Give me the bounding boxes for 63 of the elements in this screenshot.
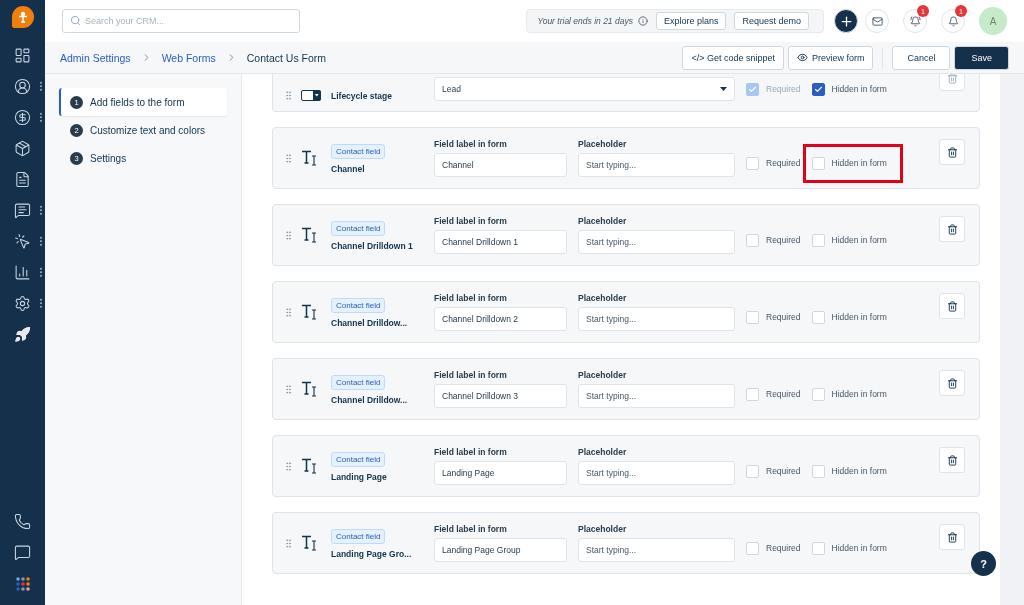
field-name: Landing Page bbox=[331, 472, 388, 482]
label-input[interactable]: Channel Drilldown 3 bbox=[434, 384, 567, 408]
field-heading: Placeholder bbox=[578, 216, 628, 226]
trial-button[interactable]: Request demo bbox=[734, 12, 809, 30]
field-type-tag: Contact field bbox=[331, 452, 386, 467]
checkbox-label: Required bbox=[766, 84, 801, 94]
field-name: Channel Drilldow... bbox=[331, 318, 409, 328]
placeholder-input[interactable]: Start typing... bbox=[578, 230, 735, 254]
field-type-tag: Contact field bbox=[331, 221, 386, 236]
checkbox-label: Required bbox=[766, 312, 801, 322]
select-field[interactable]: Lead bbox=[434, 77, 735, 101]
field-type-tag: Contact field bbox=[331, 529, 386, 544]
field-heading: Placeholder bbox=[578, 139, 628, 149]
code-snippet-button[interactable]: </> Get code snippet bbox=[682, 45, 784, 70]
field-name: Channel Drilldown 1 bbox=[331, 241, 414, 251]
breadcrumb-link[interactable]: Admin Settings bbox=[60, 51, 131, 64]
preview-button[interactable]: Preview form bbox=[787, 45, 874, 70]
field-heading: Placeholder bbox=[578, 293, 628, 303]
label-input[interactable]: Landing Page bbox=[434, 461, 567, 485]
field-name: Channel bbox=[331, 164, 366, 174]
checkbox-label: Hidden in form bbox=[831, 389, 887, 399]
placeholder-input[interactable]: Start typing... bbox=[578, 538, 735, 562]
placeholder-input[interactable]: Start typing... bbox=[578, 153, 735, 177]
label-input[interactable]: Channel Drilldown 1 bbox=[434, 230, 567, 254]
cancel-button[interactable]: Cancel bbox=[892, 45, 951, 70]
field-name: Lifecycle stage bbox=[331, 91, 393, 101]
field-type-tag: Contact field bbox=[331, 298, 386, 313]
trial-button[interactable]: Explore plans bbox=[655, 12, 727, 30]
field-type-tag: Contact field bbox=[331, 144, 386, 159]
field-heading: Field label in form bbox=[434, 293, 508, 303]
field-heading: Field label in form bbox=[434, 216, 508, 226]
checkbox-label: Required bbox=[766, 235, 801, 245]
field-heading: Field label in form bbox=[434, 524, 508, 534]
trial-text: Your trial ends in 21 days bbox=[537, 16, 633, 26]
placeholder-input[interactable]: Start typing... bbox=[578, 384, 735, 408]
breadcrumb-current: Contact Us Form bbox=[246, 51, 327, 64]
save-button[interactable]: Save bbox=[954, 45, 1009, 70]
field-heading: Field label in form bbox=[434, 370, 508, 380]
label-input[interactable]: Channel Drilldown 2 bbox=[434, 307, 567, 331]
search-field[interactable]: Search your CRM... bbox=[62, 9, 300, 33]
placeholder-input[interactable]: Start typing... bbox=[578, 307, 735, 331]
checkbox-label: Required bbox=[766, 466, 801, 476]
field-heading: Field label in form bbox=[434, 447, 508, 457]
placeholder-input[interactable]: Start typing... bbox=[578, 461, 735, 485]
checkbox-label: Required bbox=[766, 158, 801, 168]
checkbox-label: Required bbox=[766, 389, 801, 399]
label-input[interactable]: Landing Page Group bbox=[434, 538, 567, 562]
checkbox-label: Hidden in form bbox=[831, 543, 887, 553]
field-type-tag: Contact field bbox=[331, 375, 386, 390]
checkbox-label: Hidden in form bbox=[831, 235, 887, 245]
field-heading: Placeholder bbox=[578, 370, 628, 380]
checkbox-label: Hidden in form bbox=[831, 84, 887, 94]
label-input[interactable]: Channel bbox=[434, 153, 567, 177]
field-heading: Field label in form bbox=[434, 139, 508, 149]
checkbox-label: Hidden in form bbox=[831, 466, 887, 476]
breadcrumb-link[interactable]: Web Forms bbox=[161, 51, 216, 64]
field-name: Channel Drilldow... bbox=[331, 395, 409, 405]
checkbox-label: Required bbox=[766, 543, 801, 553]
checkbox-label: Hidden in form bbox=[831, 158, 887, 168]
field-heading: Placeholder bbox=[578, 524, 628, 534]
checkbox-label: Hidden in form bbox=[831, 312, 887, 322]
field-name: Landing Page Gro... bbox=[331, 549, 413, 559]
field-heading: Placeholder bbox=[578, 447, 628, 457]
